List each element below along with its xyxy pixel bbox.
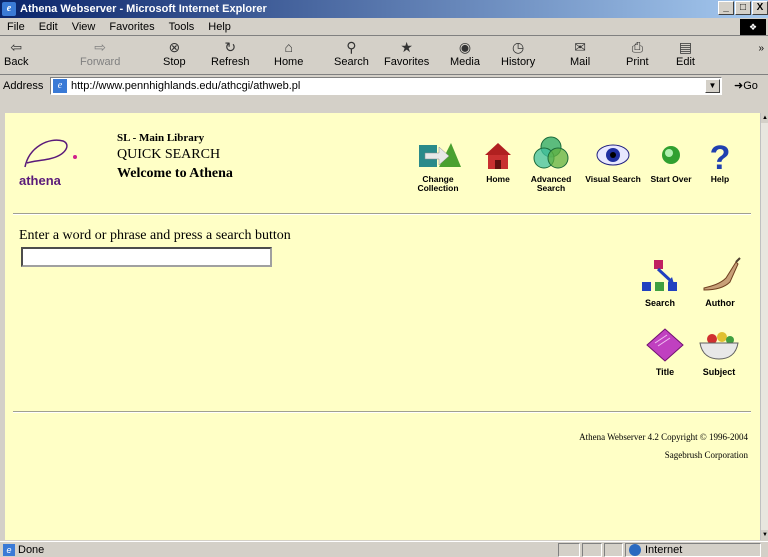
menu-file[interactable]: File	[0, 21, 32, 33]
library-name: SL - Main Library	[117, 132, 205, 144]
search-input[interactable]	[21, 247, 272, 267]
back-button[interactable]: ⇦ Back	[4, 37, 28, 75]
search-button[interactable]: ⚲ Search	[334, 37, 369, 75]
visual-search-button[interactable]: Visual Search	[582, 133, 644, 184]
windows-logo-icon: ❖	[740, 19, 766, 35]
search-mode-title: QUICK SEARCH	[117, 147, 221, 162]
standard-toolbar: ⇦ Back ⇨ Forward ⊗ Stop ↻ Refresh ⌂ Home…	[0, 37, 768, 75]
company-name: Sagebrush Corporation	[664, 450, 748, 460]
word-edit-icon: ▤	[678, 39, 693, 55]
menu-help[interactable]: Help	[201, 21, 238, 33]
scroll-down-icon[interactable]: ▼	[761, 530, 768, 540]
author-search-button[interactable]: Author	[690, 256, 750, 308]
maximize-button[interactable]: □	[735, 1, 751, 15]
history-icon: ◷	[512, 39, 525, 55]
minimize-button[interactable]: _	[718, 1, 734, 15]
security-zone: Internet	[625, 543, 761, 557]
keyword-search-button[interactable]: Search	[630, 258, 690, 308]
status-text: Done	[18, 543, 45, 556]
address-bar: Address e http://www.pennhighlands.edu/a…	[0, 76, 768, 96]
back-arrow-icon: ⇦	[10, 39, 23, 55]
title-search-button[interactable]: Title	[635, 325, 695, 377]
change-collection-icon	[419, 143, 461, 167]
subject-search-button[interactable]: Subject	[689, 325, 749, 377]
favorites-button[interactable]: ★ Favorites	[384, 37, 429, 75]
stop-button[interactable]: ⊗ Stop	[163, 37, 186, 75]
window-controls: _ □ X	[717, 1, 768, 15]
scroll-up-icon[interactable]: ▲	[761, 113, 768, 123]
page-icon: e	[53, 79, 67, 93]
question-mark-icon: ?	[710, 139, 731, 173]
status-pane	[604, 543, 623, 557]
media-icon: ◉	[458, 39, 472, 55]
advanced-search-icon	[533, 136, 569, 169]
window-title: Athena Webserver - Microsoft Internet Ex…	[20, 3, 267, 15]
zone-label: Internet	[645, 544, 683, 556]
athena-swoosh-icon	[24, 139, 77, 168]
menu-tools[interactable]: Tools	[162, 21, 202, 33]
address-input[interactable]: e http://www.pennhighlands.edu/athcgi/at…	[50, 77, 722, 95]
close-button[interactable]: X	[752, 1, 768, 15]
address-label: Address	[3, 80, 44, 92]
toolbar-overflow-icon[interactable]: »	[758, 43, 764, 54]
window-titlebar: e Athena Webserver - Microsoft Internet …	[0, 0, 768, 18]
page-content: athena SL - Main Library QUICK SEARCH We…	[5, 113, 760, 540]
search-icon: ⚲	[346, 39, 357, 55]
ie-logo-icon: e	[2, 2, 16, 16]
address-dropdown-icon[interactable]: ▼	[705, 79, 720, 93]
address-url[interactable]: http://www.pennhighlands.edu/athcgi/athw…	[71, 80, 300, 92]
page-done-icon: e	[3, 544, 15, 556]
advanced-search-button[interactable]: Advanced Search	[520, 133, 582, 193]
status-pane	[582, 543, 602, 557]
eye-icon	[596, 144, 630, 166]
mail-icon: ✉	[574, 39, 586, 55]
status-pane	[558, 543, 580, 557]
refresh-button[interactable]: ↻ Refresh	[211, 37, 250, 75]
keyword-search-icon	[642, 260, 677, 291]
go-arrow-icon: ➜	[734, 80, 744, 92]
search-prompt: Enter a word or phrase and press a searc…	[19, 228, 291, 243]
forward-button[interactable]: ⇨ Forward	[80, 37, 120, 75]
print-icon: ⎙	[631, 39, 643, 55]
svg-text:?: ?	[710, 139, 731, 173]
go-button[interactable]: ➜Go	[734, 79, 758, 92]
forward-arrow-icon: ⇨	[94, 39, 107, 55]
media-button[interactable]: ◉ Media	[450, 37, 480, 75]
header-divider	[13, 213, 751, 215]
book-icon	[646, 328, 684, 362]
change-collection-button[interactable]: Change Collection	[407, 133, 469, 193]
home-button[interactable]: ⌂ Home	[274, 37, 303, 75]
status-bar: e Done Internet	[0, 541, 768, 557]
house-icon	[485, 143, 511, 169]
copyright-text: Athena Webserver 4.2 Copyright © 1996-20…	[579, 432, 748, 442]
home-icon: ⌂	[284, 39, 293, 55]
edit-button[interactable]: ▤ Edit	[676, 37, 695, 75]
stop-icon: ⊗	[168, 39, 181, 55]
athena-logo: athena	[19, 173, 61, 188]
menu-bar: File Edit View Favorites Tools Help ❖	[0, 18, 768, 36]
favorites-icon: ★	[400, 39, 413, 55]
menu-view[interactable]: View	[65, 21, 103, 33]
history-button[interactable]: ◷ History	[501, 37, 535, 75]
fruit-bowl-icon	[699, 332, 739, 360]
menu-favorites[interactable]: Favorites	[102, 21, 161, 33]
welcome-text: Welcome to Athena	[117, 166, 233, 181]
quill-hand-icon	[703, 257, 741, 291]
menu-edit[interactable]: Edit	[32, 21, 65, 33]
globe-icon	[629, 544, 641, 556]
refresh-icon: ↻	[224, 39, 237, 55]
help-button[interactable]: ? Help	[689, 133, 751, 184]
mail-button[interactable]: ✉ Mail	[570, 37, 590, 75]
footer-divider	[13, 411, 751, 413]
vertical-scrollbar[interactable]: ▲ ▼	[760, 113, 768, 540]
print-button[interactable]: ⎙ Print	[626, 37, 649, 75]
